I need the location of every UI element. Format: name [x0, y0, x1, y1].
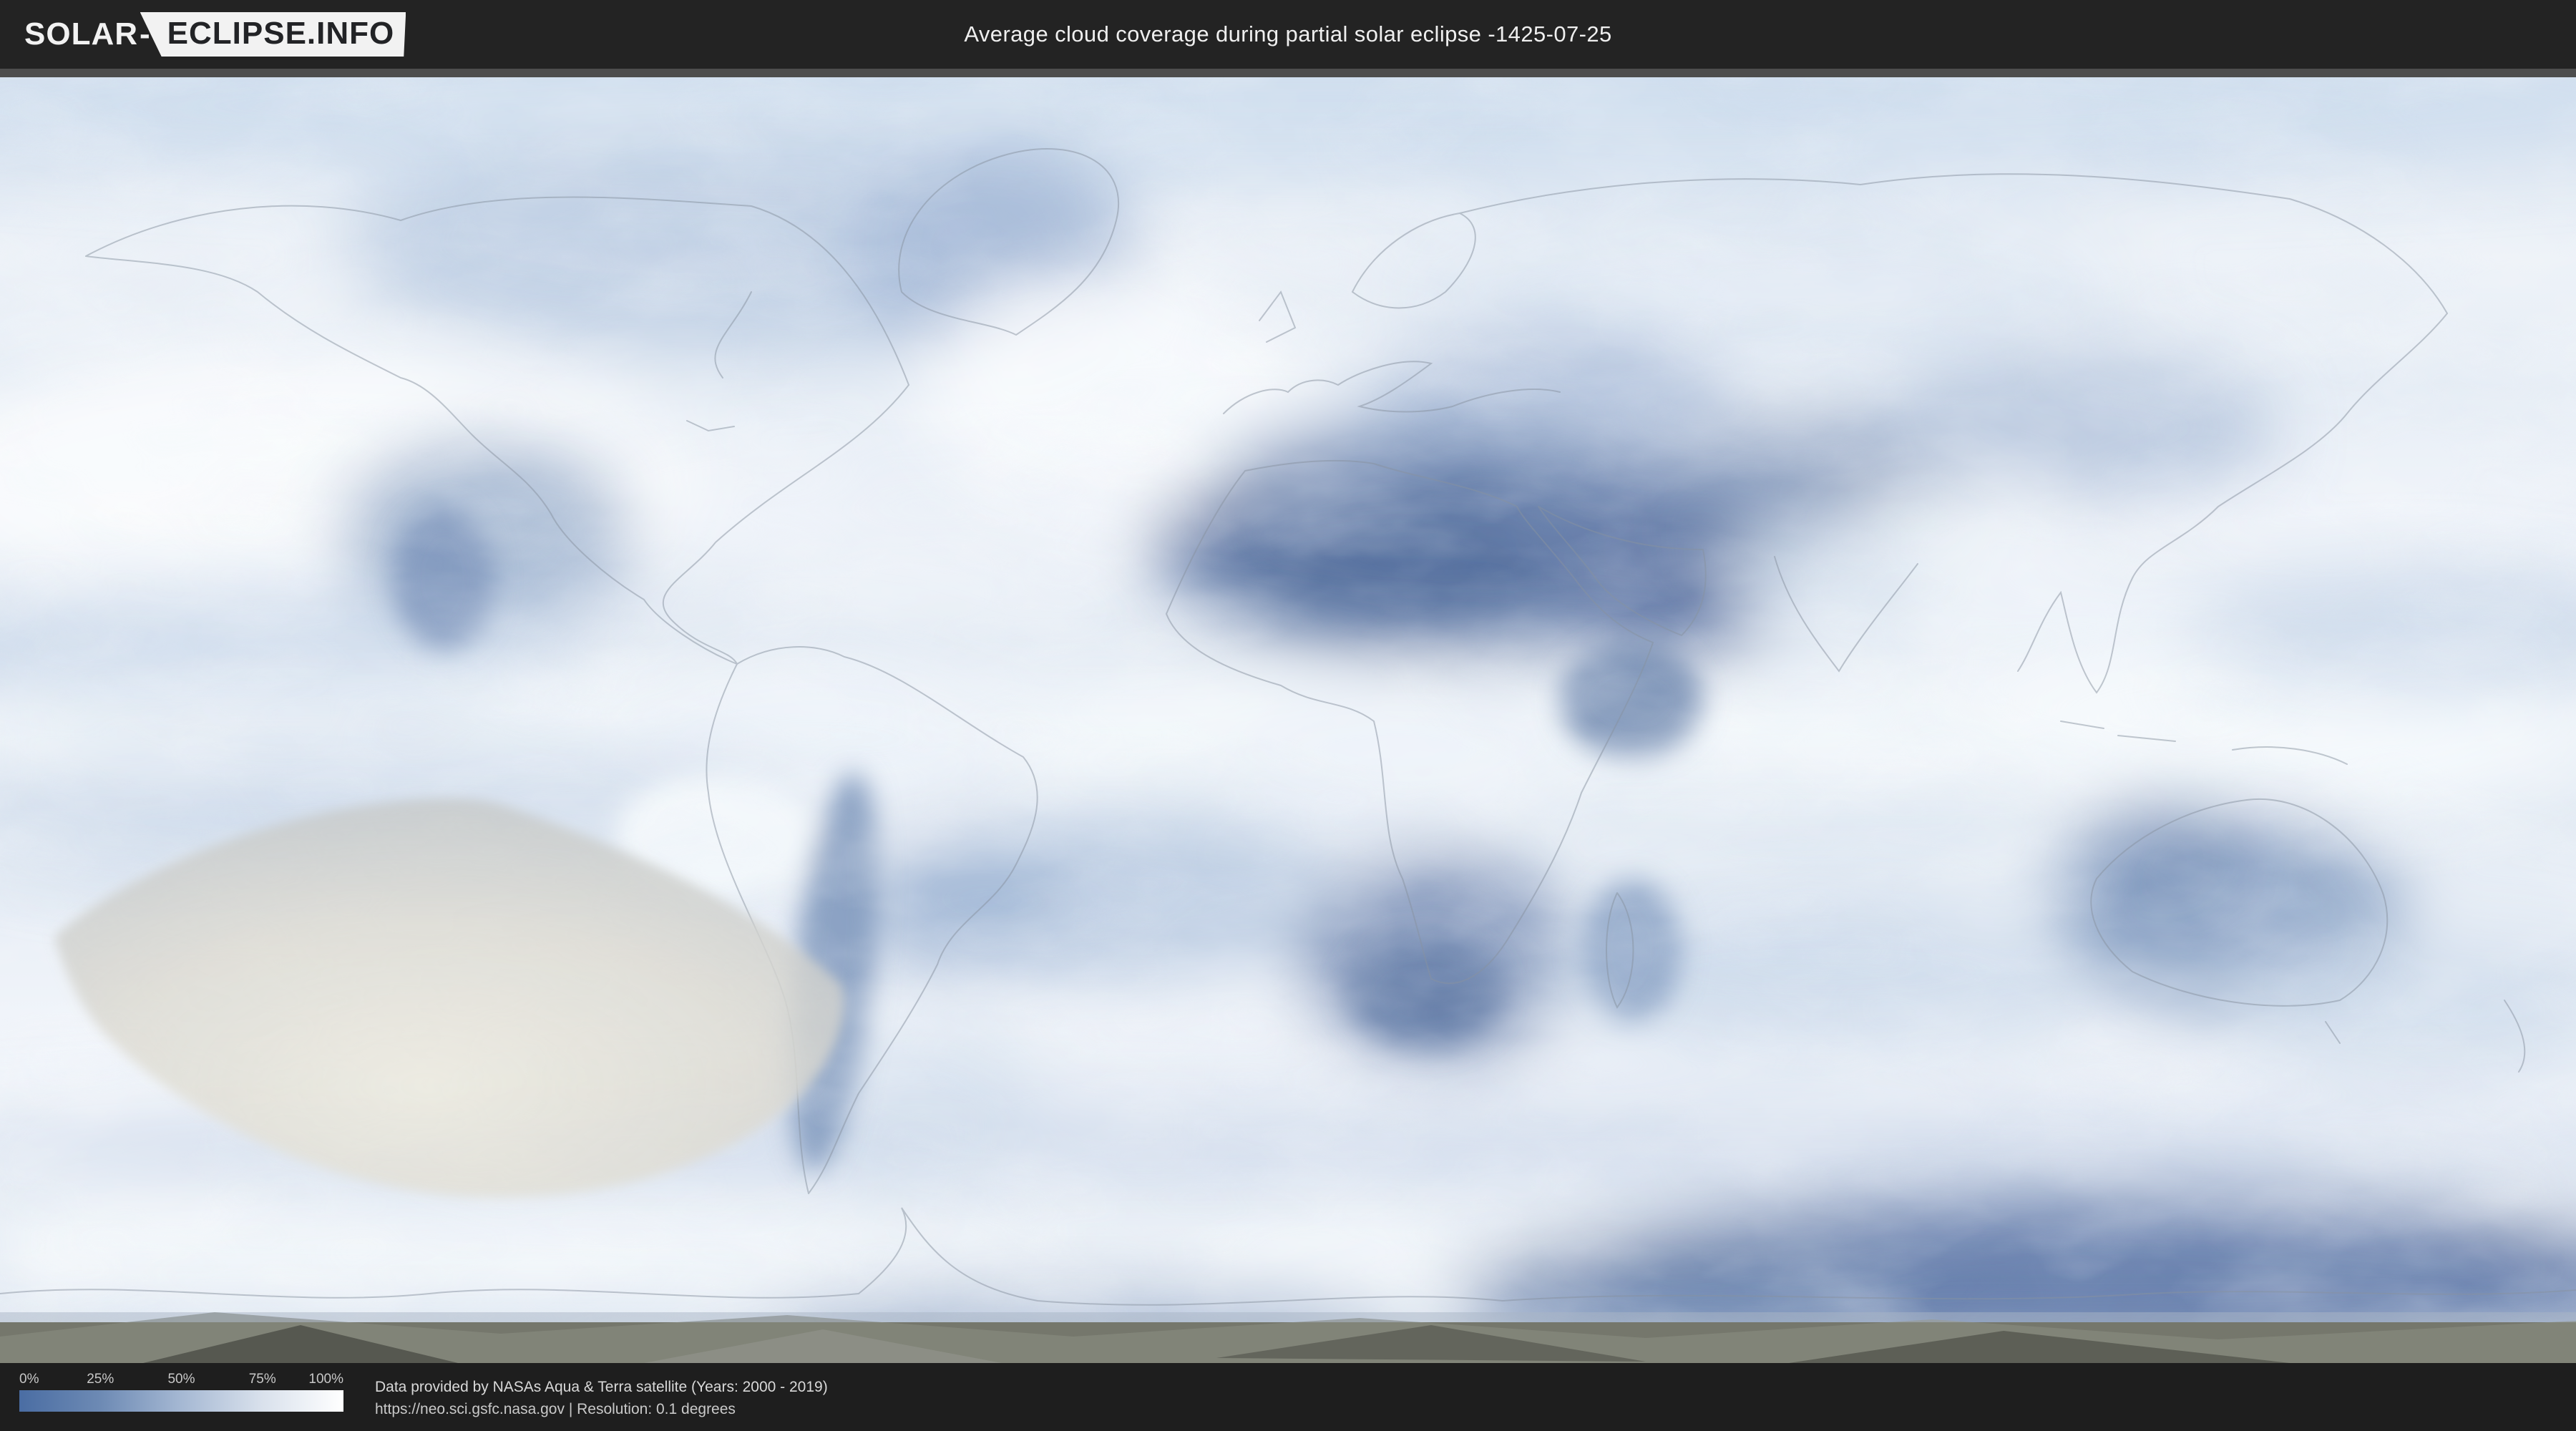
footer-bar: 0% 25% 50% 75% 100% Data provided by NAS…	[0, 1363, 2576, 1431]
legend-tick: 25%	[87, 1372, 114, 1387]
logo-text-eclipse-info: ECLIPSE.INFO	[140, 12, 406, 57]
attribution-source: Data provided by NASAs Aqua & Terra sate…	[375, 1379, 828, 1395]
legend-tick: 50%	[167, 1372, 195, 1387]
legend-gradient-bar	[19, 1390, 343, 1412]
site-logo[interactable]: SOLAR - ECLIPSE.INFO	[24, 0, 406, 69]
attribution-url[interactable]: https://neo.sci.gsfc.nasa.gov | Resoluti…	[375, 1398, 828, 1420]
top-bar: Average cloud coverage during partial so…	[0, 0, 2576, 69]
legend-tick-labels: 0% 25% 50% 75% 100%	[19, 1372, 343, 1389]
legend-tick: 0%	[19, 1372, 39, 1387]
map-canvas	[0, 77, 2576, 1363]
world-cloud-coverage-map[interactable]	[0, 77, 2576, 1363]
legend-tick: 100%	[308, 1372, 343, 1387]
antarctica-nodata-band	[0, 1312, 2576, 1363]
cloud-coverage-legend: 0% 25% 50% 75% 100%	[19, 1372, 343, 1412]
data-attribution: Data provided by NASAs Aqua & Terra sate…	[375, 1376, 828, 1420]
header-divider	[0, 69, 2576, 77]
page: { "header": { "logo_prefix": "SOLAR", "l…	[0, 0, 2576, 1431]
legend-tick: 75%	[248, 1372, 276, 1387]
logo-text-solar: SOLAR	[24, 16, 138, 52]
